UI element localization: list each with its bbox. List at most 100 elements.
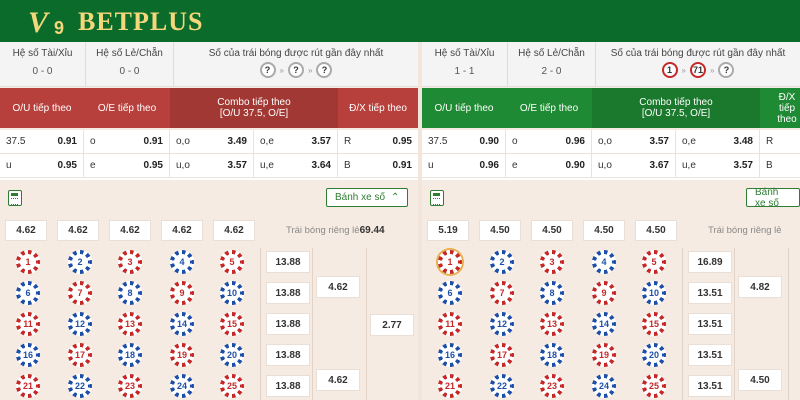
- column-odds[interactable]: 4.62: [208, 216, 260, 244]
- number-wheel-button[interactable]: Bánh xe số: [746, 187, 800, 209]
- number-wheel-button[interactable]: Bánh xe số ⌃: [326, 188, 409, 207]
- odds-cell-combo[interactable]: u,o 3.67: [592, 154, 676, 177]
- lottery-ball[interactable]: 21: [438, 374, 462, 398]
- lottery-ball[interactable]: 2: [490, 250, 514, 274]
- lottery-ball[interactable]: 20: [642, 343, 666, 367]
- row-odds[interactable]: 13.88: [266, 282, 310, 304]
- odds-cell-odd[interactable]: o 0.96: [506, 130, 592, 153]
- lottery-ball[interactable]: 15: [642, 312, 666, 336]
- odds-cell-under[interactable]: u 0.96: [422, 154, 506, 177]
- lottery-ball[interactable]: 6: [16, 281, 40, 305]
- odds-cell-over[interactable]: 37.5 0.91: [0, 130, 84, 153]
- lottery-ball[interactable]: 13: [118, 312, 142, 336]
- odds-cell-under[interactable]: u 0.95: [0, 154, 84, 177]
- lottery-ball[interactable]: 1: [16, 250, 40, 274]
- lottery-ball[interactable]: 19: [592, 343, 616, 367]
- lottery-ball[interactable]: 20: [220, 343, 244, 367]
- lottery-ball[interactable]: 19: [170, 343, 194, 367]
- lottery-ball[interactable]: 4: [170, 250, 194, 274]
- column-odds[interactable]: 4.62: [0, 216, 52, 244]
- column-odds[interactable]: 4.50: [630, 216, 682, 244]
- odds-cell-odd[interactable]: o 0.91: [84, 130, 170, 153]
- lottery-ball[interactable]: 12: [68, 312, 92, 336]
- lottery-ball[interactable]: 6: [438, 281, 462, 305]
- lottery-ball[interactable]: 22: [490, 374, 514, 398]
- lottery-ball[interactable]: 10: [642, 281, 666, 305]
- odds-cell-combo[interactable]: u,o 3.57: [170, 154, 254, 177]
- row-odds[interactable]: 13.51: [688, 344, 732, 366]
- column-odds[interactable]: 4.62: [104, 216, 156, 244]
- single-ball-odds[interactable]: Trái bóng riêng lẻ: [708, 216, 782, 244]
- lottery-ball[interactable]: 3: [540, 250, 564, 274]
- lottery-ball[interactable]: 9: [592, 281, 616, 305]
- lottery-ball[interactable]: 7: [490, 281, 514, 305]
- pair-row-odds[interactable]: 4.82: [738, 276, 782, 298]
- lottery-ball[interactable]: 23: [118, 374, 142, 398]
- lottery-ball[interactable]: 17: [68, 343, 92, 367]
- row-odds[interactable]: 13.88: [266, 375, 310, 397]
- lottery-ball[interactable]: 13: [540, 312, 564, 336]
- lottery-ball[interactable]: 10: [220, 281, 244, 305]
- lottery-ball[interactable]: 14: [592, 312, 616, 336]
- lottery-ball[interactable]: 21: [16, 374, 40, 398]
- lottery-ball[interactable]: 15: [220, 312, 244, 336]
- row-odds[interactable]: 13.88: [266, 313, 310, 335]
- pair-row-odds[interactable]: 4.62: [316, 276, 360, 298]
- odds-cell-combo[interactable]: o,o 3.49: [170, 130, 254, 153]
- triple-row-odds[interactable]: 2.77: [370, 314, 414, 336]
- lottery-ball[interactable]: 11: [438, 312, 462, 336]
- column-odds[interactable]: 4.62: [156, 216, 208, 244]
- lottery-ball[interactable]: 24: [592, 374, 616, 398]
- lottery-ball[interactable]: 3: [118, 250, 142, 274]
- odds-cell-even[interactable]: e 0.95: [84, 154, 170, 177]
- lottery-ball[interactable]: 18: [540, 343, 564, 367]
- lottery-ball[interactable]: 16: [438, 343, 462, 367]
- column-odds[interactable]: 4.50: [578, 216, 630, 244]
- lottery-ball[interactable]: 2: [68, 250, 92, 274]
- lottery-ball[interactable]: 22: [68, 374, 92, 398]
- column-odds[interactable]: 5.19: [422, 216, 474, 244]
- row-odds[interactable]: 13.88: [266, 344, 310, 366]
- lottery-ball[interactable]: 25: [642, 374, 666, 398]
- lottery-ball[interactable]: 5: [642, 250, 666, 274]
- column-odds[interactable]: 4.50: [526, 216, 578, 244]
- pair-row-odds[interactable]: 4.62: [316, 369, 360, 391]
- lottery-ball[interactable]: 5: [220, 250, 244, 274]
- calculator-icon[interactable]: [430, 190, 444, 206]
- lottery-ball[interactable]: 9: [170, 281, 194, 305]
- column-odds[interactable]: 4.50: [474, 216, 526, 244]
- odds-cell-combo[interactable]: u,e 3.64: [254, 154, 338, 177]
- row-odds[interactable]: 13.51: [688, 282, 732, 304]
- lottery-ball[interactable]: 25: [220, 374, 244, 398]
- lottery-ball[interactable]: 24: [170, 374, 194, 398]
- odds-cell-combo[interactable]: o,e 3.48: [676, 130, 760, 153]
- lottery-ball[interactable]: 8: [540, 281, 564, 305]
- lottery-ball[interactable]: 14: [170, 312, 194, 336]
- odds-cell-combo[interactable]: u,e 3.57: [676, 154, 760, 177]
- odds-cell-red[interactable]: R: [760, 130, 800, 153]
- brand-logo[interactable]: V9 BETPLUS: [28, 6, 204, 39]
- odds-cell-even[interactable]: e 0.90: [506, 154, 592, 177]
- calculator-icon[interactable]: [8, 190, 22, 206]
- lottery-ball[interactable]: 11: [16, 312, 40, 336]
- odds-cell-blue[interactable]: B 0.91: [338, 154, 418, 177]
- lottery-ball[interactable]: 23: [540, 374, 564, 398]
- lottery-ball[interactable]: 16: [16, 343, 40, 367]
- lottery-ball[interactable]: 4: [592, 250, 616, 274]
- odds-cell-combo[interactable]: o,o 3.57: [592, 130, 676, 153]
- lottery-ball[interactable]: 17: [490, 343, 514, 367]
- row-odds[interactable]: 13.88: [266, 251, 310, 273]
- row-odds[interactable]: 13.51: [688, 375, 732, 397]
- single-ball-odds[interactable]: Trái bóng riêng lẻ 69.44: [286, 216, 385, 244]
- odds-cell-over[interactable]: 37.5 0.90: [422, 130, 506, 153]
- row-odds[interactable]: 13.51: [688, 313, 732, 335]
- odds-cell-combo[interactable]: o,e 3.57: [254, 130, 338, 153]
- lottery-ball[interactable]: 7: [68, 281, 92, 305]
- row-odds[interactable]: 16.89: [688, 251, 732, 273]
- lottery-ball[interactable]: 8: [118, 281, 142, 305]
- lottery-ball[interactable]: 12: [490, 312, 514, 336]
- pair-row-odds[interactable]: 4.50: [738, 369, 782, 391]
- lottery-ball[interactable]: 18: [118, 343, 142, 367]
- odds-cell-red[interactable]: R 0.95: [338, 130, 418, 153]
- lottery-ball[interactable]: 1: [438, 250, 462, 274]
